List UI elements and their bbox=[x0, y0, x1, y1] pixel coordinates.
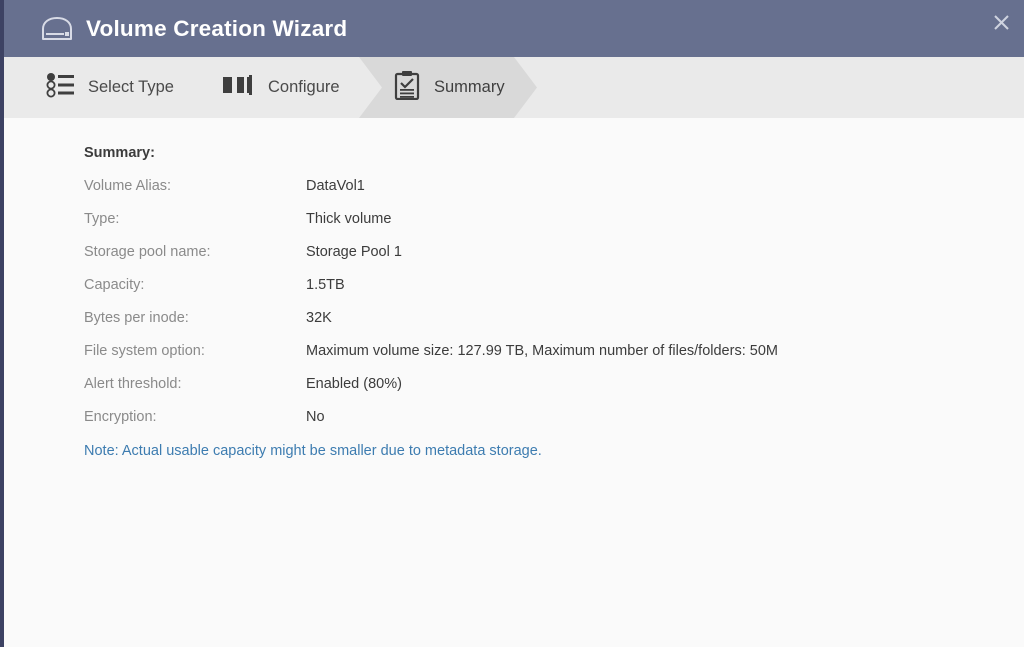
summary-row: Bytes per inode: 32K bbox=[84, 310, 984, 343]
summary-row: Type: Thick volume bbox=[84, 211, 984, 244]
summary-row-label: Type: bbox=[84, 211, 120, 227]
wizard-step-label: Configure bbox=[268, 78, 340, 96]
summary-content: Summary: Volume Alias: DataVol1 Type: Th… bbox=[4, 118, 1024, 647]
summary-row-label: Alert threshold: bbox=[84, 376, 182, 392]
summary-row: File system option: Maximum volume size:… bbox=[84, 343, 984, 376]
summary-heading: Summary: bbox=[84, 145, 155, 161]
list-bullets-icon bbox=[46, 72, 74, 103]
summary-row-label: Volume Alias: bbox=[84, 178, 172, 194]
summary-row-value: Maximum volume size: 127.99 TB, Maximum … bbox=[306, 343, 778, 359]
volume-creation-wizard-dialog: Volume Creation Wizard Select Type Confi… bbox=[0, 0, 1024, 647]
summary-row: Volume Alias: DataVol1 bbox=[84, 178, 984, 211]
summary-row-value: Thick volume bbox=[306, 211, 392, 227]
summary-row-value: Enabled (80%) bbox=[306, 376, 402, 392]
summary-row-label: Encryption: bbox=[84, 409, 157, 425]
disk-drive-icon bbox=[40, 16, 74, 42]
clipboard-check-icon bbox=[394, 70, 420, 105]
wizard-step-configure[interactable]: Configure bbox=[222, 57, 340, 118]
dialog-title: Volume Creation Wizard bbox=[86, 15, 348, 41]
summary-row-value: 1.5TB bbox=[306, 277, 345, 293]
summary-row: Encryption: No bbox=[84, 409, 984, 442]
wizard-step-select-type[interactable]: Select Type bbox=[46, 57, 174, 118]
summary-row: Alert threshold: Enabled (80%) bbox=[84, 376, 984, 409]
dialog-titlebar: Volume Creation Wizard bbox=[4, 0, 1024, 57]
summary-row-label: Storage pool name: bbox=[84, 244, 211, 260]
summary-row-value: DataVol1 bbox=[306, 178, 365, 194]
summary-row: Storage pool name: Storage Pool 1 bbox=[84, 244, 984, 277]
summary-rows: Volume Alias: DataVol1 Type: Thick volum… bbox=[84, 178, 984, 442]
summary-row-label: Capacity: bbox=[84, 277, 145, 293]
summary-row: Capacity: 1.5TB bbox=[84, 277, 984, 310]
capacity-note: Note: Actual usable capacity might be sm… bbox=[84, 443, 542, 459]
summary-row-value: No bbox=[306, 409, 325, 425]
summary-row-value: 32K bbox=[306, 310, 332, 326]
wizard-step-label: Summary bbox=[434, 78, 505, 96]
wizard-step-summary[interactable]: Summary bbox=[394, 57, 505, 118]
partition-blocks-icon bbox=[222, 73, 254, 102]
summary-row-label: Bytes per inode: bbox=[84, 310, 189, 326]
close-icon[interactable] bbox=[984, 5, 1018, 39]
wizard-step-label: Select Type bbox=[88, 78, 174, 96]
wizard-step-bar: Select Type Configure Summary bbox=[4, 57, 1024, 118]
summary-row-value: Storage Pool 1 bbox=[306, 244, 402, 260]
summary-row-label: File system option: bbox=[84, 343, 205, 359]
